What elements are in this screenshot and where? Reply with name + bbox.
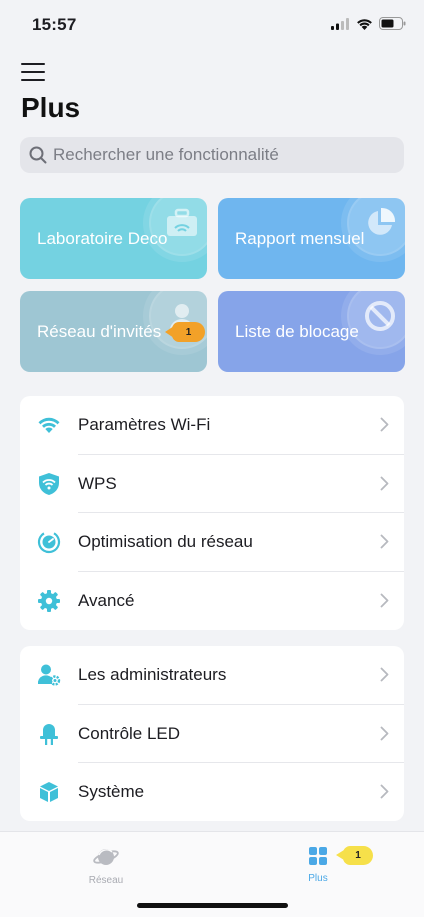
wifi-icon xyxy=(37,413,61,437)
search-input[interactable] xyxy=(53,145,383,165)
row-label: Système xyxy=(78,782,145,802)
chevron-right-icon xyxy=(380,726,389,740)
tile-liste-blocage[interactable]: Liste de blocage xyxy=(218,291,405,372)
row-label: Paramètres Wi-Fi xyxy=(78,415,211,435)
hamburger-menu-icon[interactable] xyxy=(21,61,45,83)
admin-user-icon xyxy=(37,663,61,687)
system-cube-icon xyxy=(37,780,61,804)
chevron-right-icon xyxy=(380,417,389,432)
page-title: Plus xyxy=(21,92,81,123)
chevron-right-icon xyxy=(380,534,389,549)
tile-label: Rapport mensuel xyxy=(235,228,365,248)
wifi-status-icon xyxy=(357,18,372,30)
chevron-right-icon xyxy=(380,784,389,799)
grid-icon xyxy=(309,847,327,865)
row-parametres-wifi[interactable]: Paramètres Wi-Fi xyxy=(20,396,404,455)
status-icons xyxy=(331,17,406,30)
notification-badge: 1 xyxy=(336,846,373,865)
row-administrateurs[interactable]: Les administrateurs xyxy=(20,646,404,705)
notification-badge: 1 xyxy=(165,322,205,342)
chevron-right-icon xyxy=(380,476,389,490)
home-indicator xyxy=(137,903,288,908)
row-wps[interactable]: WPS xyxy=(20,455,404,513)
row-label: Contrôle LED xyxy=(78,723,181,743)
battery-icon xyxy=(379,17,406,30)
row-avance[interactable]: Avancé xyxy=(20,572,404,631)
status-time: 15:57 xyxy=(32,15,77,34)
chevron-right-icon xyxy=(380,593,389,607)
row-optimisation-reseau[interactable]: Optimisation du réseau xyxy=(20,513,404,572)
tile-rapport-mensuel[interactable]: Rapport mensuel xyxy=(218,198,405,279)
tab-label: Plus xyxy=(308,873,328,884)
row-label: Optimisation du réseau xyxy=(78,532,253,552)
planet-icon xyxy=(93,849,119,865)
led-icon xyxy=(37,722,61,746)
tile-label: Laboratoire Deco xyxy=(37,228,168,248)
tab-label: Réseau xyxy=(88,875,124,886)
status-bar: 15:57 xyxy=(0,0,424,50)
tile-laboratoire-deco[interactable]: Laboratoire Deco xyxy=(20,198,207,279)
search-bar[interactable] xyxy=(20,137,404,173)
row-label: WPS xyxy=(78,473,117,493)
gear-icon xyxy=(37,589,61,613)
chevron-right-icon xyxy=(380,667,389,682)
row-systeme[interactable]: Système xyxy=(20,763,404,821)
tab-reseau[interactable]: Réseau xyxy=(66,846,146,886)
row-label: Avancé xyxy=(78,590,135,610)
tile-label: Liste de blocage xyxy=(235,321,359,341)
wps-shield-icon xyxy=(37,472,61,496)
cellular-signal-icon xyxy=(331,17,349,30)
tile-label: Réseau d'invités xyxy=(37,321,162,341)
row-label: Les administrateurs xyxy=(78,665,227,685)
search-icon xyxy=(29,146,47,164)
row-controle-led[interactable]: Contrôle LED xyxy=(20,705,404,763)
network-optimization-icon xyxy=(37,530,61,554)
settings-group-system: Les administrateurs Contrôle LED Système xyxy=(20,646,404,821)
settings-group-network: Paramètres Wi-Fi WPS Optimisation du rés… xyxy=(20,396,404,630)
